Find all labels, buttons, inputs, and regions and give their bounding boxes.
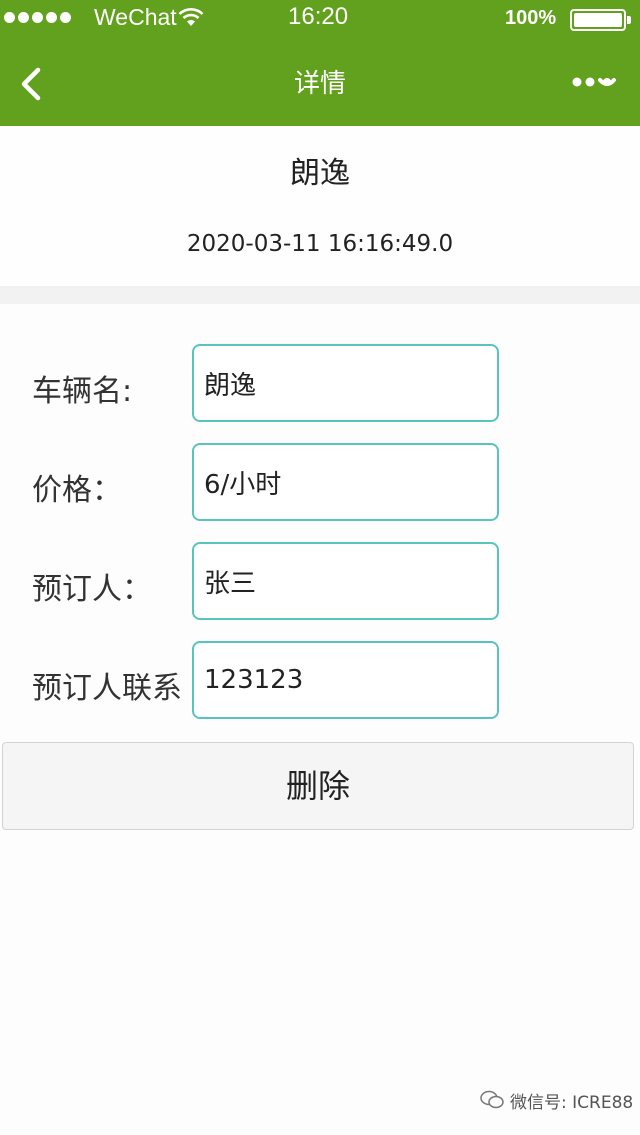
wifi-icon	[178, 8, 204, 26]
screen: WeChat 16:20 100% 详情 朗逸 2020-03-11 16:16…	[0, 0, 640, 1135]
section-divider	[0, 286, 640, 304]
form-row-vehicle-name: 车辆名:	[0, 344, 640, 424]
booker-contact-input[interactable]	[192, 641, 499, 719]
price-input[interactable]	[192, 443, 499, 521]
watermark-text: 微信号: ICRE88	[510, 1092, 634, 1113]
battery-icon	[570, 9, 631, 31]
delete-button[interactable]: 删除	[2, 742, 634, 830]
carrier-name: WeChat	[94, 4, 177, 30]
page-title: 详情	[293, 69, 346, 99]
price-label: 价格：	[32, 473, 122, 508]
status-time: 16:20	[288, 3, 349, 30]
booker-contact-label: 预订人联系	[32, 671, 182, 706]
wechat-logo-icon	[480, 1090, 504, 1109]
signal-dots-icon	[4, 12, 71, 23]
form-row-booker: 预订人：	[0, 542, 640, 622]
top-bar: WeChat 16:20 100% 详情	[0, 0, 640, 126]
battery-percent: 100%	[505, 7, 557, 29]
status-bar: WeChat 16:20 100%	[0, 0, 640, 38]
booker-input[interactable]	[192, 542, 499, 620]
vehicle-title: 朗逸	[290, 156, 350, 191]
vehicle-name-input[interactable]	[192, 344, 499, 422]
form-row-price: 价格：	[0, 443, 640, 523]
form-row-booker-contact: 预订人联系	[0, 641, 640, 721]
more-dots-icon[interactable]	[570, 70, 618, 94]
watermark: 微信号: ICRE88	[480, 1087, 633, 1113]
booking-timestamp: 2020-03-11 16:16:49.0	[186, 231, 454, 257]
vehicle-name-label: 车辆名:	[32, 374, 133, 409]
booker-label: 预订人：	[32, 572, 152, 607]
